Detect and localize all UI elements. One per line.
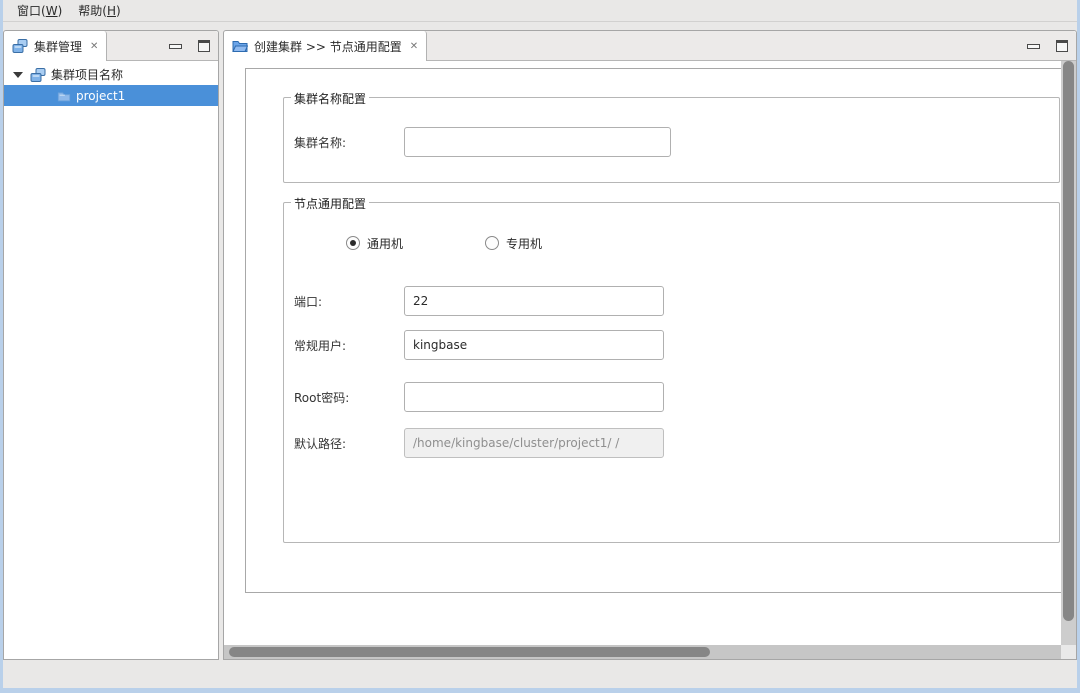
menu-bar: 窗口(W) 帮助(H) bbox=[3, 0, 1077, 22]
user-row: 常规用户: bbox=[294, 330, 1049, 360]
form-viewport: 集群名称配置 集群名称: 节点通用配置 通用机 bbox=[224, 61, 1061, 645]
group-cluster-name-legend: 集群名称配置 bbox=[291, 90, 369, 107]
form-container: 集群名称配置 集群名称: 节点通用配置 通用机 bbox=[245, 68, 1061, 593]
window-bottom-border bbox=[0, 688, 1080, 693]
root-password-row: Root密码: bbox=[294, 382, 1049, 412]
radio-general-machine-label: 通用机 bbox=[367, 235, 403, 252]
default-path-label: 默认路径: bbox=[294, 435, 404, 452]
default-path-input bbox=[404, 428, 664, 458]
cluster-icon bbox=[30, 67, 46, 83]
chevron-expanded-icon[interactable] bbox=[13, 72, 23, 78]
radio-dedicated-machine-label: 专用机 bbox=[506, 235, 542, 252]
editor-header-buttons bbox=[1027, 31, 1068, 61]
regular-user-input[interactable] bbox=[404, 330, 664, 360]
vertical-scrollbar[interactable] bbox=[1061, 61, 1076, 645]
cluster-name-input[interactable] bbox=[404, 127, 671, 157]
cluster-icon bbox=[12, 38, 28, 54]
radio-general-machine[interactable]: 通用机 bbox=[346, 235, 403, 252]
tree-child-label: project1 bbox=[76, 89, 125, 103]
tab-create-cluster[interactable]: 创建集群 >> 节点通用配置 ✕ bbox=[224, 31, 427, 61]
port-input[interactable] bbox=[404, 286, 664, 316]
cluster-tree: 集群项目名称 project1 bbox=[4, 61, 218, 659]
default-path-row: 默认路径: bbox=[294, 428, 1049, 458]
root-password-label: Root密码: bbox=[294, 389, 404, 406]
left-header-buttons bbox=[169, 31, 210, 61]
radio-icon[interactable] bbox=[485, 236, 499, 250]
group-node-common-legend: 节点通用配置 bbox=[291, 195, 369, 212]
group-node-common-config: 节点通用配置 通用机 专用机 端口: bbox=[283, 202, 1060, 543]
port-label: 端口: bbox=[294, 293, 404, 310]
minimize-icon[interactable] bbox=[169, 44, 182, 49]
group-cluster-name: 集群名称配置 集群名称: bbox=[283, 97, 1060, 183]
close-icon[interactable]: ✕ bbox=[410, 41, 418, 52]
menu-help[interactable]: 帮助(H) bbox=[70, 0, 128, 21]
port-row: 端口: bbox=[294, 286, 1049, 316]
open-folder-icon bbox=[232, 38, 248, 54]
root-password-input[interactable] bbox=[404, 382, 664, 412]
cluster-name-label: 集群名称: bbox=[294, 134, 404, 151]
editor-tab-label: 创建集群 >> 节点通用配置 bbox=[254, 38, 402, 55]
radio-icon[interactable] bbox=[346, 236, 360, 250]
folder-icon bbox=[57, 89, 71, 103]
radio-dedicated-machine[interactable]: 专用机 bbox=[485, 235, 542, 252]
editor-area: 创建集群 >> 节点通用配置 ✕ 集群名称配置 集群名称: bbox=[223, 30, 1077, 660]
vertical-scrollbar-thumb[interactable] bbox=[1063, 61, 1074, 621]
maximize-icon[interactable] bbox=[1056, 40, 1068, 52]
machine-type-radio-row: 通用机 专用机 bbox=[346, 233, 542, 253]
left-tab-label: 集群管理 bbox=[34, 38, 82, 55]
close-icon[interactable]: ✕ bbox=[90, 41, 98, 52]
menu-window[interactable]: 窗口(W) bbox=[9, 0, 70, 21]
regular-user-label: 常规用户: bbox=[294, 337, 404, 354]
tree-item-project1[interactable]: project1 bbox=[4, 85, 218, 106]
horizontal-scrollbar-thumb[interactable] bbox=[229, 647, 710, 657]
left-tab-strip: 集群管理 ✕ bbox=[4, 31, 218, 61]
tree-item-root[interactable]: 集群项目名称 bbox=[4, 64, 218, 85]
maximize-icon[interactable] bbox=[198, 40, 210, 52]
editor-tab-strip: 创建集群 >> 节点通用配置 ✕ bbox=[224, 31, 1076, 61]
tree-root-label: 集群项目名称 bbox=[51, 66, 123, 83]
tab-cluster-manager[interactable]: 集群管理 ✕ bbox=[4, 31, 107, 61]
scrollbar-corner bbox=[1061, 645, 1076, 659]
minimize-icon[interactable] bbox=[1027, 44, 1040, 49]
cluster-name-row: 集群名称: bbox=[294, 127, 1049, 157]
cluster-manager-view: 集群管理 ✕ 集群项目名称 bbox=[3, 30, 219, 660]
editor-body: 集群名称配置 集群名称: 节点通用配置 通用机 bbox=[224, 61, 1076, 645]
app-window: 窗口(W) 帮助(H) 集群管理 ✕ bbox=[0, 0, 1080, 693]
horizontal-scrollbar[interactable] bbox=[224, 645, 1076, 659]
